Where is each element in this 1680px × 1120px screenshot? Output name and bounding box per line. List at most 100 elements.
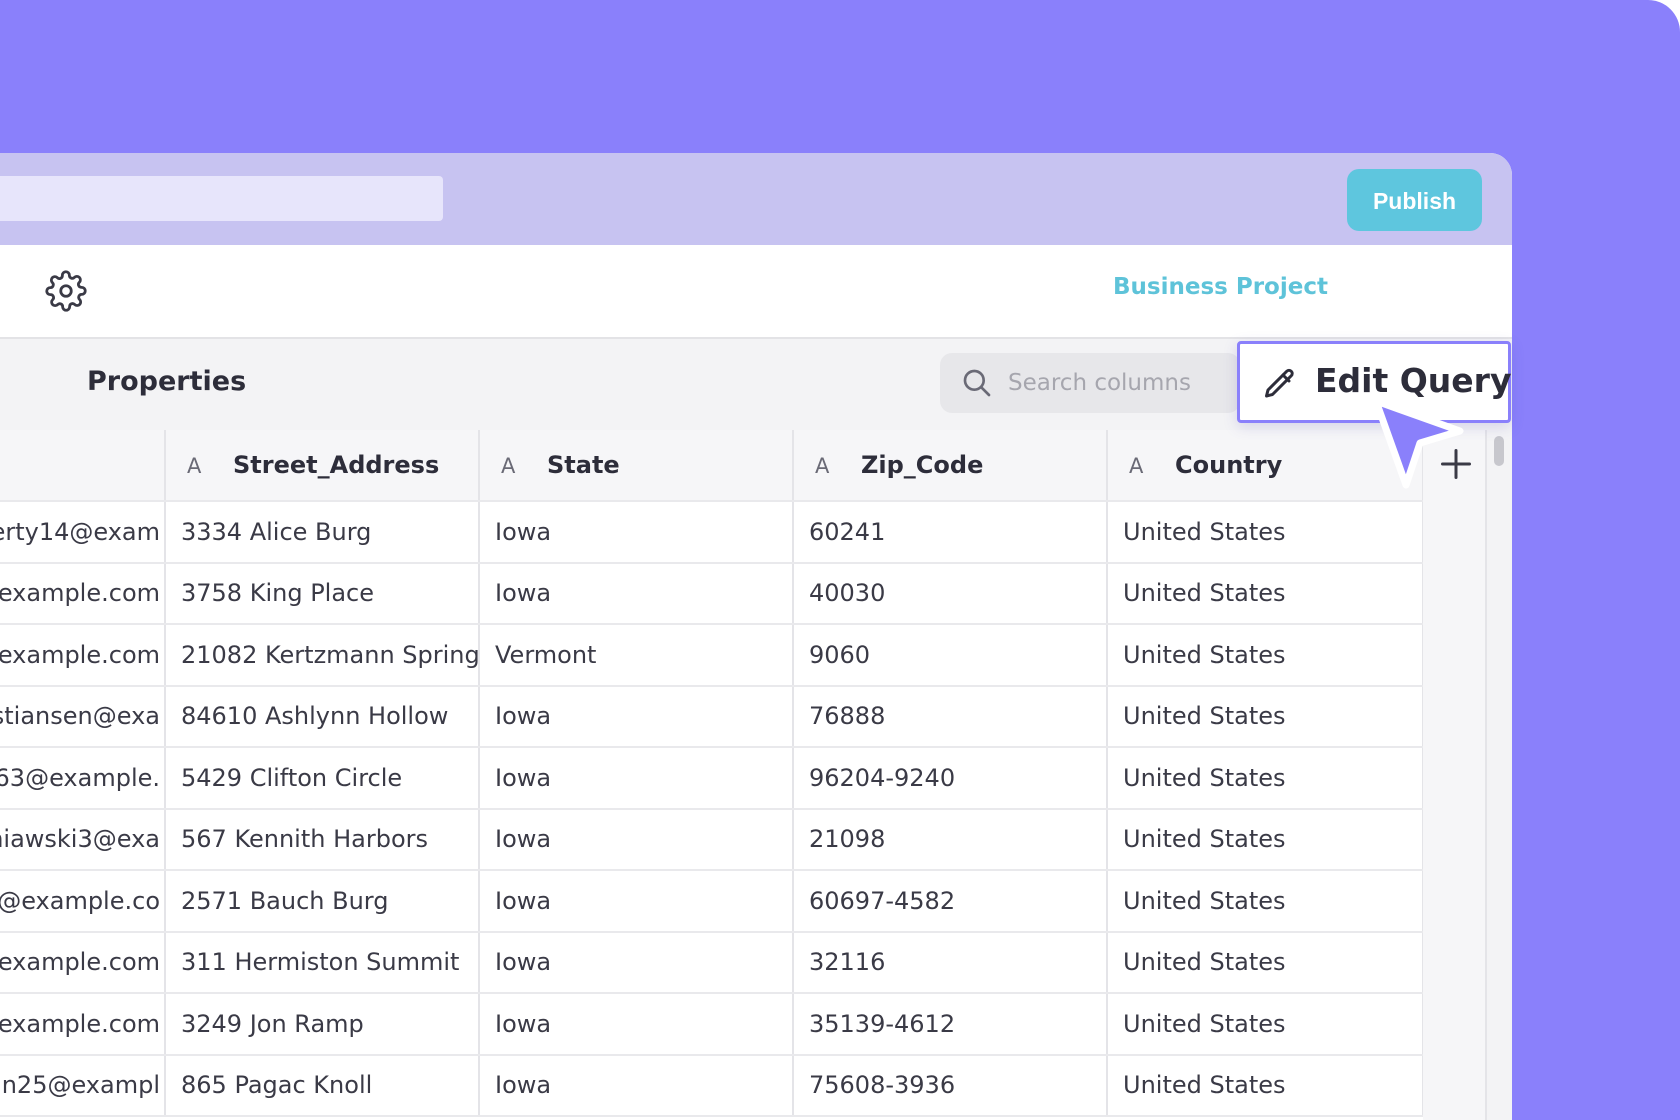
data-table: A Street_Address A State A Zip_Code A Countr… — [0, 430, 1424, 1117]
plus-icon[interactable] — [1438, 446, 1474, 482]
edit-query-label: Edit Query — [1315, 361, 1512, 400]
add-column-area — [1423, 430, 1487, 1120]
table-cell-state[interactable]: Iowa — [479, 931, 794, 994]
project-name-link[interactable]: Business Project — [1113, 274, 1328, 300]
table-cell-state[interactable]: Iowa — [479, 870, 794, 933]
table-cell-country[interactable]: United States — [1107, 501, 1424, 564]
cell-text: example.com — [0, 579, 160, 608]
table-cell-email[interactable]: stiansen@exa — [0, 685, 166, 748]
table-row[interactable]: stiansen@exa 84610 Ashlynn Hollow Iowa 7… — [0, 685, 1424, 748]
table-cell-zip-code[interactable]: 60697-4582 — [793, 870, 1108, 933]
table-cell-country[interactable]: United States — [1107, 747, 1424, 810]
table-cell-zip-code[interactable]: 76888 — [793, 685, 1108, 748]
address-bar[interactable] — [0, 176, 443, 221]
table-cell-state[interactable]: Iowa — [479, 562, 794, 625]
cell-text: an25@exampl — [0, 1071, 160, 1100]
table-row[interactable]: an25@exampl 865 Pagac Knoll Iowa 75608-3… — [0, 1054, 1424, 1117]
table-cell-zip-code[interactable]: 35139-4612 — [793, 993, 1108, 1056]
cell-text: niawski3@exa — [0, 825, 160, 854]
cell-text: example.com — [0, 640, 160, 669]
table-cell-street-address[interactable]: 2571 Bauch Burg — [165, 870, 480, 933]
table-cell-email[interactable]: herty14@exam — [0, 501, 166, 564]
table-cell-email[interactable]: @example.co — [0, 870, 166, 933]
table-cell-zip-code[interactable]: 32116 — [793, 931, 1108, 994]
browser-bar — [0, 153, 1512, 245]
table-row[interactable]: example.com 3758 King Place Iowa 40030 U… — [0, 562, 1424, 625]
table-cell-street-address[interactable]: 3334 Alice Burg — [165, 501, 480, 564]
table-row[interactable]: example.com 21082 Kertzmann Spring Vermo… — [0, 624, 1424, 687]
table-cell-zip-code[interactable]: 60241 — [793, 501, 1108, 564]
data-grid: A Street_Address A State A Zip_Code A Countr… — [0, 430, 1512, 1120]
top-toolbar: Business Project — [0, 245, 1512, 339]
table-row[interactable]: @example.co 2571 Bauch Burg Iowa 60697-4… — [0, 870, 1424, 933]
text-type-icon: A — [815, 454, 830, 478]
table-cell-email[interactable]: example.com — [0, 993, 166, 1056]
column-header-zip-code[interactable]: A Zip_Code — [793, 430, 1108, 502]
table-cell-street-address[interactable]: 3249 Jon Ramp — [165, 993, 480, 1056]
table-cell-email[interactable]: example.com — [0, 562, 166, 625]
table-cell-email[interactable]: 63@example. — [0, 747, 166, 810]
table-cell-email[interactable]: an25@exampl — [0, 1054, 166, 1117]
table-cell-zip-code[interactable]: 21098 — [793, 808, 1108, 871]
table-cell-state[interactable]: Vermont — [479, 624, 794, 687]
table-cell-zip-code[interactable]: 96204-9240 — [793, 747, 1108, 810]
table-cell-state[interactable]: Iowa — [479, 747, 794, 810]
table-cell-street-address[interactable]: 3758 King Place — [165, 562, 480, 625]
table-cell-country[interactable]: United States — [1107, 624, 1424, 687]
table-cell-street-address[interactable]: 311 Hermiston Summit — [165, 931, 480, 994]
table-row[interactable]: herty14@exam 3334 Alice Burg Iowa 60241 … — [0, 501, 1424, 564]
table-cell-email[interactable]: niawski3@exa — [0, 808, 166, 871]
table-cell-street-address[interactable]: 5429 Clifton Circle — [165, 747, 480, 810]
cell-text: 63@example. — [0, 763, 160, 792]
text-type-icon: A — [187, 454, 202, 478]
table-cell-state[interactable]: Iowa — [479, 501, 794, 564]
table-cell-country[interactable]: United States — [1107, 562, 1424, 625]
column-header-street-address[interactable]: A Street_Address — [165, 430, 480, 502]
table-cell-country[interactable]: United States — [1107, 993, 1424, 1056]
column-header-label: State — [547, 451, 620, 479]
column-header-label: Zip_Code — [861, 451, 984, 479]
table-cell-street-address[interactable]: 21082 Kertzmann Spring — [165, 624, 480, 687]
text-type-icon: A — [1129, 454, 1144, 478]
gear-icon[interactable] — [45, 270, 87, 312]
edit-query-button[interactable]: Edit Query — [1237, 341, 1511, 423]
table-cell-country[interactable]: United States — [1107, 685, 1424, 748]
table-row[interactable]: 63@example. 5429 Clifton Circle Iowa 962… — [0, 747, 1424, 810]
table-row[interactable]: niawski3@exa 567 Kennith Harbors Iowa 21… — [0, 808, 1424, 871]
table-cell-country[interactable]: United States — [1107, 808, 1424, 871]
table-row[interactable]: @example.com 311 Hermiston Summit Iowa 3… — [0, 931, 1424, 994]
table-cell-country[interactable]: United States — [1107, 931, 1424, 994]
properties-title: Properties — [87, 366, 247, 397]
scrollbar-thumb[interactable] — [1494, 436, 1504, 466]
table-header-row: A Street_Address A State A Zip_Code A Countr… — [0, 430, 1424, 502]
publish-button[interactable]: Publish — [1347, 169, 1482, 231]
table-cell-state[interactable]: Iowa — [479, 1054, 794, 1117]
search-columns-input[interactable] — [1008, 353, 1228, 413]
cell-text: example.com — [0, 1009, 160, 1038]
table-cell-state[interactable]: Iowa — [479, 808, 794, 871]
table-cell-country[interactable]: United States — [1107, 1054, 1424, 1117]
search-columns-box[interactable] — [940, 353, 1240, 413]
cell-text: @example.co — [0, 886, 160, 915]
table-cell-street-address[interactable]: 865 Pagac Knoll — [165, 1054, 480, 1117]
table-row[interactable]: example.com 3249 Jon Ramp Iowa 35139-461… — [0, 993, 1424, 1056]
table-cell-state[interactable]: Iowa — [479, 685, 794, 748]
vertical-scrollbar[interactable] — [1487, 430, 1512, 1120]
search-icon — [963, 369, 991, 397]
table-cell-zip-code[interactable]: 40030 — [793, 562, 1108, 625]
table-cell-email[interactable]: example.com — [0, 624, 166, 687]
table-cell-street-address[interactable]: 84610 Ashlynn Hollow — [165, 685, 480, 748]
app-window: Business Project Properties A Street_Addr… — [0, 153, 1512, 1120]
column-header-email[interactable] — [0, 430, 166, 502]
cell-text: @example.com — [0, 948, 160, 977]
table-cell-state[interactable]: Iowa — [479, 993, 794, 1056]
table-cell-zip-code[interactable]: 75608-3936 — [793, 1054, 1108, 1117]
table-cell-street-address[interactable]: 567 Kennith Harbors — [165, 808, 480, 871]
column-header-state[interactable]: A State — [479, 430, 794, 502]
table-cell-country[interactable]: United States — [1107, 870, 1424, 933]
text-type-icon: A — [501, 454, 516, 478]
column-header-label: Country — [1175, 451, 1283, 479]
table-cell-email[interactable]: @example.com — [0, 931, 166, 994]
table-cell-zip-code[interactable]: 9060 — [793, 624, 1108, 687]
column-header-country[interactable]: A Country — [1107, 430, 1424, 502]
